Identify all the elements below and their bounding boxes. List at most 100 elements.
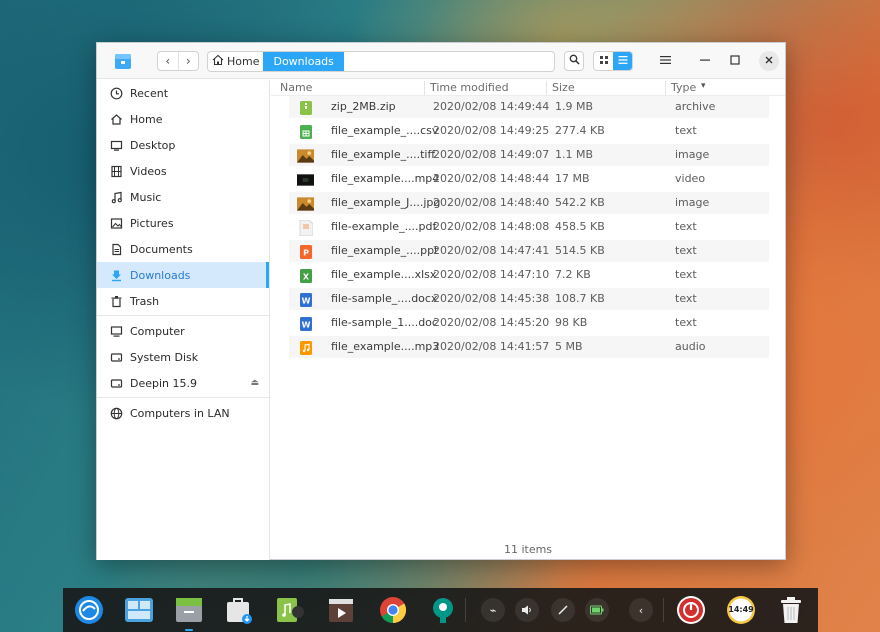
picture-icon bbox=[109, 216, 123, 230]
sidebar-item-desktop[interactable]: Desktop bbox=[97, 132, 269, 158]
file-row[interactable]: file_example_....csv 2020/02/08 14:49:25… bbox=[289, 120, 769, 142]
excel-icon: X bbox=[297, 267, 314, 284]
sidebar-item-trash[interactable]: Trash bbox=[97, 288, 269, 314]
music-player-icon[interactable] bbox=[273, 594, 305, 626]
document-icon bbox=[109, 242, 123, 256]
file-size: 542.2 KB bbox=[555, 196, 605, 209]
file-type: video bbox=[675, 172, 706, 185]
sidebar-item-deepin[interactable]: Deepin 15.9 ⏏ bbox=[97, 370, 269, 396]
sidebar-item-label: Home bbox=[130, 112, 163, 126]
forward-button[interactable]: › bbox=[177, 52, 199, 70]
sidebar-item-computer[interactable]: Computer bbox=[97, 318, 269, 344]
file-type: text bbox=[675, 220, 697, 233]
file-time: 2020/02/08 14:41:57 bbox=[433, 340, 550, 353]
eject-icon[interactable]: ⏏ bbox=[250, 378, 259, 388]
sidebar-divider bbox=[97, 315, 269, 316]
file-row[interactable]: X file_example....xlsx 2020/02/08 14:47:… bbox=[289, 264, 769, 286]
breadcrumb: Home Downloads bbox=[207, 51, 555, 72]
file-size: 5 MB bbox=[555, 340, 583, 353]
trash-icon[interactable] bbox=[775, 594, 807, 626]
sidebar-item-label: Deepin 15.9 bbox=[130, 376, 198, 390]
usb-icon[interactable]: ⌁ bbox=[481, 598, 505, 622]
sidebar-item-system-disk[interactable]: System Disk bbox=[97, 344, 269, 370]
file-row[interactable]: P file_example_....ppt 2020/02/08 14:47:… bbox=[289, 240, 769, 262]
file-type: archive bbox=[675, 100, 716, 113]
file-size: 514.5 KB bbox=[555, 244, 605, 257]
file-manager-window: ‹ › Home Downloads Recent Home Desktop V… bbox=[96, 42, 786, 560]
film-icon bbox=[109, 164, 123, 178]
icon-view-button[interactable] bbox=[594, 52, 613, 70]
column-type[interactable]: Type bbox=[665, 81, 696, 95]
clock-time: 14:49 bbox=[728, 605, 754, 614]
menu-button[interactable] bbox=[655, 51, 675, 71]
collapse-icon[interactable]: ‹ bbox=[629, 598, 653, 622]
file-name: file_example_J....jpg bbox=[331, 196, 441, 209]
movie-player-icon[interactable] bbox=[325, 594, 357, 626]
file-manager-icon[interactable] bbox=[173, 594, 205, 626]
sidebar-item-label: Downloads bbox=[130, 268, 191, 282]
svg-text:W: W bbox=[301, 296, 310, 305]
navigation-buttons: ‹ › bbox=[157, 51, 199, 71]
breadcrumb-home[interactable]: Home bbox=[208, 52, 263, 71]
download-icon bbox=[109, 268, 123, 282]
file-row[interactable]: W file-sample_....docx 2020/02/08 14:45:… bbox=[289, 288, 769, 310]
maximize-icon bbox=[730, 54, 740, 68]
file-type: text bbox=[675, 124, 697, 137]
file-name: file-sample_....docx bbox=[331, 292, 438, 305]
file-row[interactable]: file_example....mp3 2020/02/08 14:41:57 … bbox=[289, 336, 769, 358]
word-icon: W bbox=[297, 315, 314, 332]
file-size: 1.1 MB bbox=[555, 148, 594, 161]
file-type: text bbox=[675, 316, 697, 329]
back-button[interactable]: ‹ bbox=[158, 52, 178, 70]
volume-icon[interactable] bbox=[515, 598, 539, 622]
file-row[interactable]: file_example_....tiff 2020/02/08 14:49:0… bbox=[289, 144, 769, 166]
file-row[interactable]: zip_2MB.zip 2020/02/08 14:49:44 1.9 MB a… bbox=[289, 96, 769, 118]
sidebar-item-music[interactable]: Music bbox=[97, 184, 269, 210]
launcher-icon[interactable] bbox=[73, 594, 105, 626]
maximize-button[interactable] bbox=[725, 51, 745, 71]
sidebar-item-videos[interactable]: Videos bbox=[97, 158, 269, 184]
minimize-button[interactable] bbox=[695, 51, 715, 71]
close-button[interactable] bbox=[759, 51, 779, 71]
sidebar-item-recent[interactable]: Recent bbox=[97, 80, 269, 106]
sidebar-item-label: Trash bbox=[130, 294, 160, 308]
file-size: 98 KB bbox=[555, 316, 588, 329]
chrome-icon[interactable] bbox=[377, 594, 409, 626]
column-name[interactable]: Name bbox=[275, 81, 312, 95]
file-time: 2020/02/08 14:45:20 bbox=[433, 316, 550, 329]
sidebar-item-computers-in-lan[interactable]: Computers in LAN bbox=[97, 400, 269, 426]
sidebar-item-home[interactable]: Home bbox=[97, 106, 269, 132]
sidebar-item-pictures[interactable]: Pictures bbox=[97, 210, 269, 236]
dock-divider bbox=[465, 598, 466, 622]
file-name: file_example_....tiff bbox=[331, 148, 436, 161]
battery-icon[interactable] bbox=[585, 598, 609, 622]
close-icon bbox=[764, 55, 774, 68]
deepin-tweak-icon[interactable] bbox=[427, 594, 459, 626]
file-type: text bbox=[675, 268, 697, 281]
sidebar-divider bbox=[97, 397, 269, 398]
home-icon bbox=[212, 54, 224, 69]
breadcrumb-current[interactable]: Downloads bbox=[263, 52, 344, 71]
app-store-icon[interactable] bbox=[223, 594, 255, 626]
sidebar-item-downloads[interactable]: Downloads bbox=[97, 262, 269, 288]
file-row[interactable]: file-example_....pdf 2020/02/08 14:48:08… bbox=[289, 216, 769, 238]
clock-widget[interactable]: 14:49 bbox=[725, 594, 757, 626]
file-row[interactable]: W file-sample_1....doc 2020/02/08 14:45:… bbox=[289, 312, 769, 334]
file-name: file_example_....ppt bbox=[331, 244, 439, 257]
sidebar-item-documents[interactable]: Documents bbox=[97, 236, 269, 262]
column-time-modified[interactable]: Time modified bbox=[424, 81, 509, 95]
multitasking-icon[interactable] bbox=[123, 594, 155, 626]
search-button[interactable] bbox=[564, 51, 584, 71]
file-name: file_example....mp4 bbox=[331, 172, 440, 185]
svg-text:X: X bbox=[302, 272, 309, 281]
trash-icon bbox=[109, 294, 123, 308]
pen-icon[interactable] bbox=[551, 598, 575, 622]
audio-icon bbox=[297, 339, 314, 356]
list-view-button[interactable] bbox=[613, 52, 632, 70]
power-icon[interactable] bbox=[675, 594, 707, 626]
file-row[interactable]: file_example....mp4 2020/02/08 14:48:44 … bbox=[289, 168, 769, 190]
file-size: 7.2 KB bbox=[555, 268, 591, 281]
dock-divider bbox=[663, 598, 664, 622]
file-row[interactable]: file_example_J....jpg 2020/02/08 14:48:4… bbox=[289, 192, 769, 214]
column-size[interactable]: Size bbox=[546, 81, 575, 95]
